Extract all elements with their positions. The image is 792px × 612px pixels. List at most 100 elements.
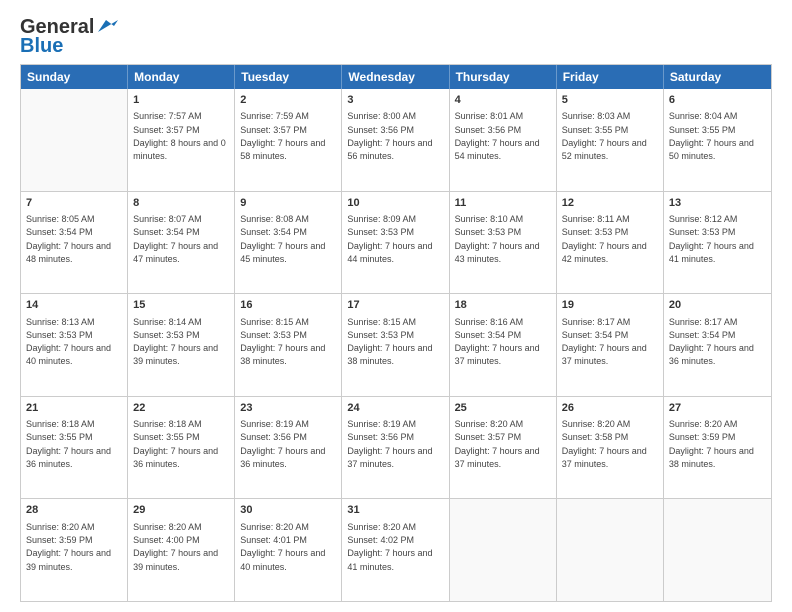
day-number: 20: [669, 298, 766, 313]
day-number: 26: [562, 401, 658, 416]
cell-sunrise: Sunrise: 8:20 AMSunset: 3:57 PMDaylight:…: [455, 419, 540, 469]
day-cell-7: 7Sunrise: 8:05 AMSunset: 3:54 PMDaylight…: [21, 192, 128, 294]
day-cell-20: 20 Sunrise: 8:17 AMSunset: 3:54 PMDayligh…: [664, 294, 771, 396]
day-number: 6: [669, 93, 766, 108]
cell-sunrise: Sunrise: 8:20 AMSunset: 4:00 PMDaylight:…: [133, 522, 218, 572]
day-cell-24: 24Sunrise: 8:19 AMSunset: 3:56 PMDayligh…: [342, 397, 449, 499]
day-number: 22: [133, 401, 229, 416]
day-cell-12: 12Sunrise: 8:11 AMSunset: 3:53 PMDayligh…: [557, 192, 664, 294]
day-cell-18: 18 Sunrise: 8:16 AMSunset: 3:54 PMDayligh…: [450, 294, 557, 396]
day-header-wednesday: Wednesday: [342, 65, 449, 89]
day-cell-28: 28 Sunrise: 8:20 AMSunset: 3:59 PMDayligh…: [21, 499, 128, 601]
day-number: 17: [347, 298, 443, 313]
day-number: 29: [133, 503, 229, 518]
empty-cell: [21, 89, 128, 191]
cell-sunrise: Sunrise: 8:10 AMSunset: 3:53 PMDaylight:…: [455, 214, 540, 264]
day-number: 9: [240, 196, 336, 211]
day-number: 10: [347, 196, 443, 211]
calendar: SundayMondayTuesdayWednesdayThursdayFrid…: [20, 64, 772, 602]
day-number: 31: [347, 503, 443, 518]
cell-sunrise: Sunrise: 8:15 AMSunset: 3:53 PMDaylight:…: [240, 317, 325, 367]
logo-icon: [96, 18, 118, 34]
cell-sunrise: Sunrise: 8:14 AMSunset: 3:53 PMDaylight:…: [133, 317, 218, 367]
page: General Blue SundayMondayTuesdayWednesda…: [0, 0, 792, 612]
cell-sunrise: Sunrise: 8:13 AMSunset: 3:53 PMDaylight:…: [26, 317, 111, 367]
cell-sunrise: Sunrise: 8:20 AMSunset: 3:58 PMDaylight:…: [562, 419, 647, 469]
day-cell-10: 10 Sunrise: 8:09 AMSunset: 3:53 PMDayligh…: [342, 192, 449, 294]
day-number: 4: [455, 93, 551, 108]
cell-sunrise: Sunrise: 8:20 AMSunset: 4:01 PMDaylight:…: [240, 522, 325, 572]
day-number: 18: [455, 298, 551, 313]
cell-sunrise: Sunrise: 8:17 AMSunset: 3:54 PMDaylight:…: [669, 317, 754, 367]
cell-sunrise: Sunrise: 8:19 AMSunset: 3:56 PMDaylight:…: [347, 419, 432, 469]
cell-sunrise: Sunrise: 8:16 AMSunset: 3:54 PMDaylight:…: [455, 317, 540, 367]
day-cell-3: 3 Sunrise: 8:00 AMSunset: 3:56 PMDaylight…: [342, 89, 449, 191]
day-cell-8: 8Sunrise: 8:07 AMSunset: 3:54 PMDaylight…: [128, 192, 235, 294]
week-row-4: 28 Sunrise: 8:20 AMSunset: 3:59 PMDayligh…: [21, 498, 771, 601]
empty-cell: [450, 499, 557, 601]
day-cell-14: 14Sunrise: 8:13 AMSunset: 3:53 PMDayligh…: [21, 294, 128, 396]
day-number: 16: [240, 298, 336, 313]
cell-sunrise: Sunrise: 8:20 AMSunset: 4:02 PMDaylight:…: [347, 522, 432, 572]
day-cell-9: 9 Sunrise: 8:08 AMSunset: 3:54 PMDaylight…: [235, 192, 342, 294]
day-header-monday: Monday: [128, 65, 235, 89]
week-row-0: 1 Sunrise: 7:57 AMSunset: 3:57 PMDaylight…: [21, 89, 771, 191]
day-cell-5: 5Sunrise: 8:03 AMSunset: 3:55 PMDaylight…: [557, 89, 664, 191]
day-number: 23: [240, 401, 336, 416]
day-number: 21: [26, 401, 122, 416]
week-row-1: 7Sunrise: 8:05 AMSunset: 3:54 PMDaylight…: [21, 191, 771, 294]
logo: General Blue: [20, 16, 118, 58]
day-cell-25: 25 Sunrise: 8:20 AMSunset: 3:57 PMDayligh…: [450, 397, 557, 499]
day-header-tuesday: Tuesday: [235, 65, 342, 89]
cell-sunrise: Sunrise: 8:11 AMSunset: 3:53 PMDaylight:…: [562, 214, 647, 264]
day-cell-6: 6 Sunrise: 8:04 AMSunset: 3:55 PMDaylight…: [664, 89, 771, 191]
day-cell-23: 23 Sunrise: 8:19 AMSunset: 3:56 PMDayligh…: [235, 397, 342, 499]
day-header-thursday: Thursday: [450, 65, 557, 89]
day-cell-30: 30 Sunrise: 8:20 AMSunset: 4:01 PMDayligh…: [235, 499, 342, 601]
day-number: 3: [347, 93, 443, 108]
day-header-saturday: Saturday: [664, 65, 771, 89]
empty-cell: [557, 499, 664, 601]
day-cell-27: 27Sunrise: 8:20 AMSunset: 3:59 PMDayligh…: [664, 397, 771, 499]
day-cell-31: 31 Sunrise: 8:20 AMSunset: 4:02 PMDayligh…: [342, 499, 449, 601]
day-number: 25: [455, 401, 551, 416]
day-header-friday: Friday: [557, 65, 664, 89]
calendar-body: 1 Sunrise: 7:57 AMSunset: 3:57 PMDaylight…: [21, 89, 771, 601]
day-number: 1: [133, 93, 229, 108]
day-number: 2: [240, 93, 336, 108]
day-number: 27: [669, 401, 766, 416]
logo-blue: Blue: [20, 35, 63, 58]
day-cell-21: 21Sunrise: 8:18 AMSunset: 3:55 PMDayligh…: [21, 397, 128, 499]
day-cell-26: 26 Sunrise: 8:20 AMSunset: 3:58 PMDayligh…: [557, 397, 664, 499]
cell-sunrise: Sunrise: 8:00 AMSunset: 3:56 PMDaylight:…: [347, 111, 432, 161]
cell-sunrise: Sunrise: 7:57 AMSunset: 3:57 PMDaylight:…: [133, 111, 226, 161]
cell-sunrise: Sunrise: 8:09 AMSunset: 3:53 PMDaylight:…: [347, 214, 432, 264]
cell-sunrise: Sunrise: 8:15 AMSunset: 3:53 PMDaylight:…: [347, 317, 432, 367]
cell-sunrise: Sunrise: 7:59 AMSunset: 3:57 PMDaylight:…: [240, 111, 325, 161]
day-cell-15: 15 Sunrise: 8:14 AMSunset: 3:53 PMDayligh…: [128, 294, 235, 396]
calendar-header: SundayMondayTuesdayWednesdayThursdayFrid…: [21, 65, 771, 89]
cell-sunrise: Sunrise: 8:19 AMSunset: 3:56 PMDaylight:…: [240, 419, 325, 469]
day-header-sunday: Sunday: [21, 65, 128, 89]
week-row-3: 21 Sunrise: 8:18 AMSunset: 3:55 PMDayligh…: [21, 396, 771, 499]
day-cell-19: 19 Sunrise: 8:17 AMSunset: 3:54 PMDayligh…: [557, 294, 664, 396]
day-number: 15: [133, 298, 229, 313]
week-row-2: 14Sunrise: 8:13 AMSunset: 3:53 PMDayligh…: [21, 293, 771, 396]
day-number: 30: [240, 503, 336, 518]
cell-sunrise: Sunrise: 8:18 AMSunset: 3:55 PMDaylight:…: [133, 419, 218, 469]
day-cell-16: 16 Sunrise: 8:15 AMSunset: 3:53 PMDayligh…: [235, 294, 342, 396]
cell-sunrise: Sunrise: 8:17 AMSunset: 3:54 PMDaylight:…: [562, 317, 647, 367]
day-cell-1: 1 Sunrise: 7:57 AMSunset: 3:57 PMDaylight…: [128, 89, 235, 191]
cell-sunrise: Sunrise: 8:08 AMSunset: 3:54 PMDaylight:…: [240, 214, 325, 264]
day-cell-2: 2 Sunrise: 7:59 AMSunset: 3:57 PMDaylight…: [235, 89, 342, 191]
day-number: 13: [669, 196, 766, 211]
cell-sunrise: Sunrise: 8:05 AMSunset: 3:54 PMDaylight:…: [26, 214, 111, 264]
cell-sunrise: Sunrise: 8:20 AMSunset: 3:59 PMDaylight:…: [26, 522, 111, 572]
day-cell-22: 22 Sunrise: 8:18 AMSunset: 3:55 PMDayligh…: [128, 397, 235, 499]
day-cell-13: 13Sunrise: 8:12 AMSunset: 3:53 PMDayligh…: [664, 192, 771, 294]
empty-cell: [664, 499, 771, 601]
day-number: 19: [562, 298, 658, 313]
cell-sunrise: Sunrise: 8:04 AMSunset: 3:55 PMDaylight:…: [669, 111, 754, 161]
cell-sunrise: Sunrise: 8:03 AMSunset: 3:55 PMDaylight:…: [562, 111, 647, 161]
day-number: 28: [26, 503, 122, 518]
